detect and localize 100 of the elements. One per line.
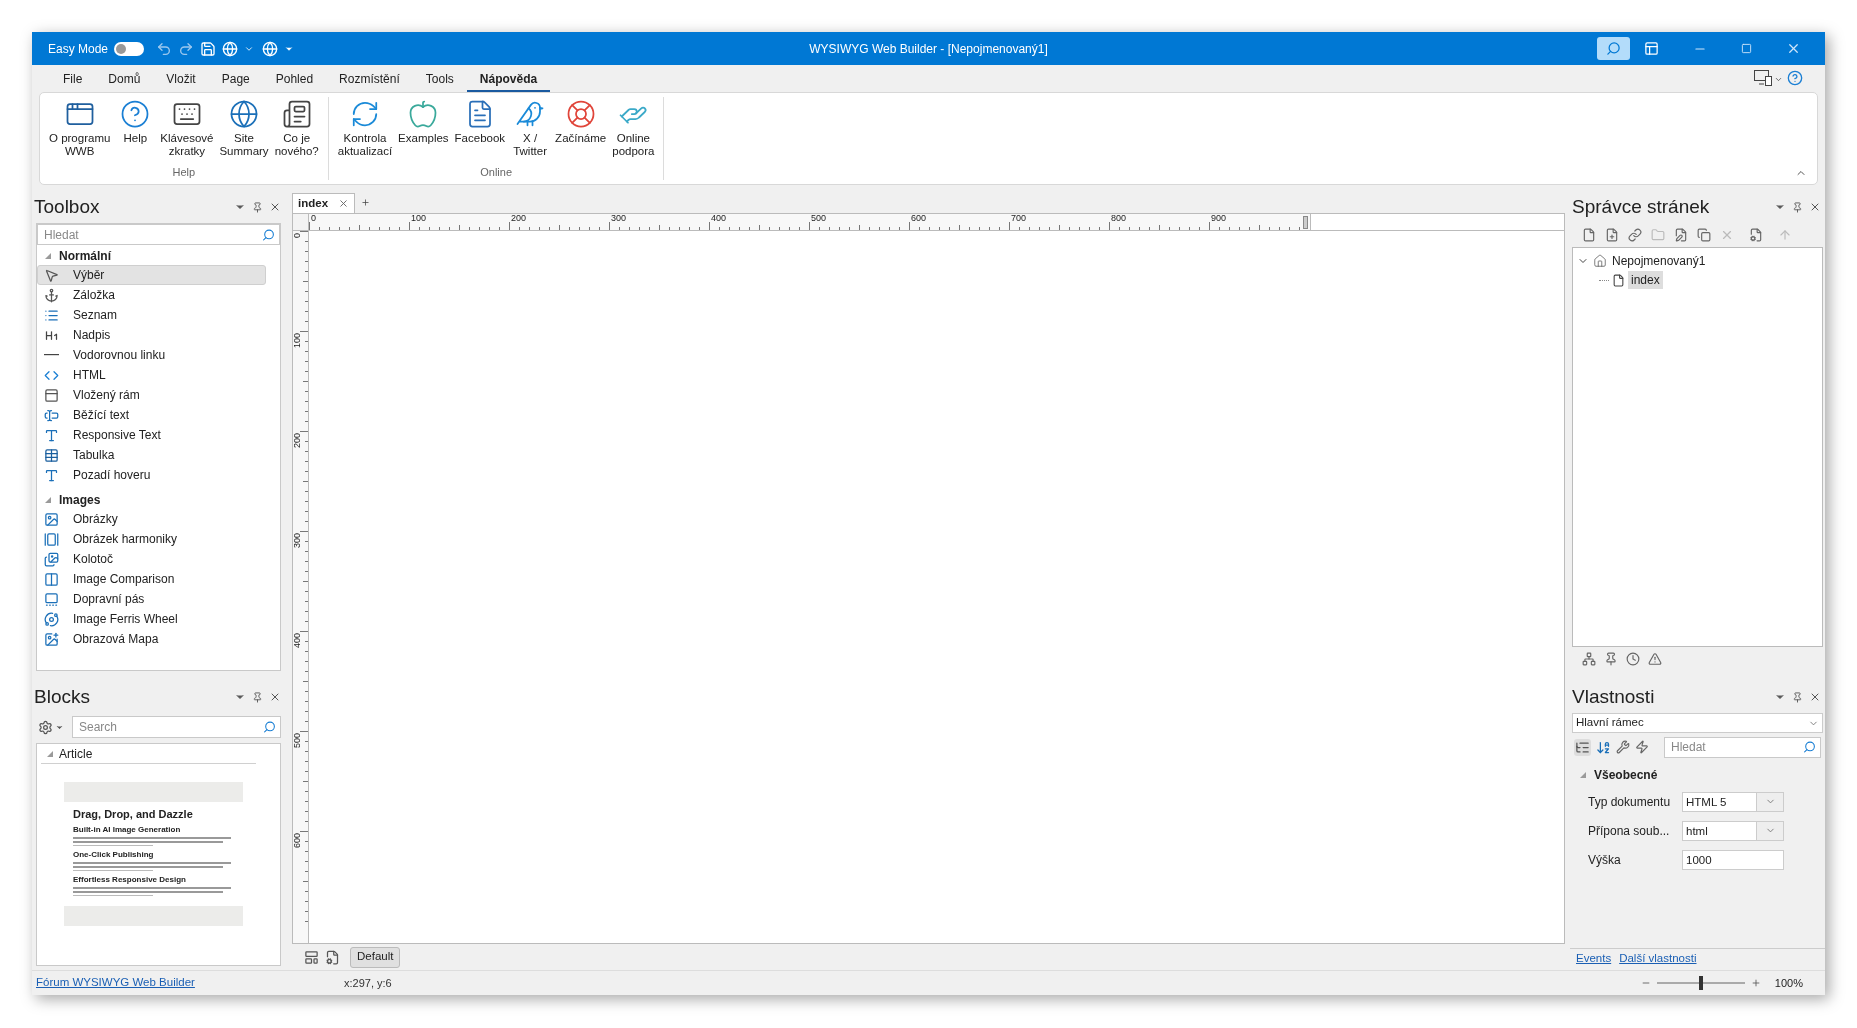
globe-icon[interactable] [222, 40, 239, 57]
toolbox-item[interactable]: Pozadí hoveru [37, 465, 266, 485]
pin-icon[interactable] [1792, 201, 1803, 213]
search-field[interactable]: Search [72, 716, 281, 738]
toolbox-item[interactable]: Image Ferris Wheel [37, 609, 266, 629]
forum-link[interactable]: Fórum WYSIWYG Web Builder [36, 974, 344, 992]
expand-triangle-icon[interactable] [45, 253, 51, 259]
layout-button[interactable]: Default [350, 946, 401, 968]
close-icon[interactable] [1809, 201, 1821, 213]
globe-icon[interactable] [262, 40, 279, 57]
property-field[interactable]: 1000 [1682, 849, 1784, 870]
toolbox-item[interactable]: Image Comparison [37, 569, 266, 589]
menu-tab[interactable]: Page [208, 68, 263, 92]
search-icon[interactable] [263, 720, 276, 734]
section-header[interactable]: Normální [59, 247, 111, 265]
lightning-icon[interactable] [1635, 740, 1649, 754]
toolbox-item[interactable]: Nadpis [37, 325, 266, 345]
menu-tab[interactable]: Pohled [262, 68, 327, 92]
search-icon[interactable] [262, 228, 275, 241]
properties-link[interactable]: Events [1576, 949, 1612, 968]
toolbox-item[interactable]: Obrazová Mapa [37, 629, 266, 649]
pin-icon[interactable] [1604, 652, 1618, 666]
section-header[interactable]: Images [59, 491, 101, 509]
ribbon-button[interactable]: X / Twitter [508, 97, 553, 158]
search-field[interactable]: Hledat [1664, 736, 1821, 758]
document-tab[interactable]: index [292, 193, 356, 213]
clock-icon[interactable] [1626, 652, 1640, 666]
toolbox-item[interactable]: HTML [37, 365, 266, 385]
undo-icon[interactable] [156, 40, 173, 57]
add-layout-icon[interactable] [304, 949, 319, 965]
ribbon-button[interactable]: Začínáme [552, 97, 610, 145]
page-settings-icon[interactable] [1749, 228, 1763, 242]
ribbon-button[interactable]: O programu WWB [46, 97, 114, 158]
close-icon[interactable] [338, 198, 350, 209]
toolbox-item[interactable]: Výběr [37, 265, 266, 285]
search-field[interactable]: Hledat [37, 224, 280, 245]
zoom-in-icon[interactable] [1750, 978, 1761, 988]
maximize-icon[interactable] [1741, 43, 1752, 54]
wrench-icon[interactable] [1616, 740, 1630, 754]
devices-icon[interactable] [1754, 70, 1774, 86]
ribbon-button[interactable]: Online podpora [609, 97, 658, 158]
close-icon[interactable] [1809, 691, 1821, 703]
property-dropdown[interactable]: html [1682, 820, 1757, 841]
toolbox-item[interactable]: Běžící text [37, 405, 266, 425]
redo-icon[interactable] [178, 40, 195, 57]
sort-icon[interactable] [1596, 739, 1611, 755]
toolbox-item[interactable]: Vodorovnou linku [37, 345, 266, 365]
close-icon[interactable] [269, 201, 281, 213]
pin-icon[interactable] [252, 691, 263, 703]
categorized-icon[interactable] [1574, 738, 1591, 756]
property-dropdown[interactable]: HTML 5 [1682, 791, 1757, 812]
menu-tab[interactable]: Tools [412, 68, 467, 92]
zoom-slider[interactable] [1656, 976, 1745, 990]
toolbox-item[interactable]: Vložený rám [37, 385, 266, 405]
help-icon[interactable] [1787, 70, 1803, 86]
layout-settings-icon[interactable] [325, 949, 340, 965]
warning-icon[interactable] [1648, 652, 1662, 666]
pin-icon[interactable] [1792, 691, 1803, 703]
ribbon-button[interactable]: Klávesové zkratky [157, 97, 217, 158]
properties-link[interactable]: Další vlastnosti [1619, 949, 1697, 968]
ribbon-button[interactable]: Co je nového? [271, 97, 322, 158]
category-header[interactable]: Article [59, 744, 93, 763]
expand-triangle-icon[interactable] [47, 750, 53, 757]
ribbon-button[interactable]: Facebook [451, 97, 509, 145]
close-icon[interactable] [269, 691, 281, 703]
ribbon-button[interactable]: Examples [395, 97, 452, 145]
tree-item[interactable]: index [1628, 271, 1663, 289]
sitemap-icon[interactable] [1582, 652, 1596, 666]
close-icon[interactable] [1786, 41, 1801, 56]
ribbon-button[interactable]: Kontrola aktualizací [334, 97, 396, 158]
ribbon-button[interactable]: Help [113, 97, 158, 145]
object-selector[interactable]: Hlavní rámec [1572, 713, 1823, 733]
toolbox-item[interactable]: Obrázky [37, 509, 266, 529]
add-tab-icon[interactable] [361, 198, 371, 207]
pin-icon[interactable] [252, 201, 263, 213]
toolbox-item[interactable]: Responsive Text [37, 425, 266, 445]
caret-icon[interactable] [1774, 75, 1783, 84]
toolbox-item[interactable]: Seznam [37, 305, 266, 325]
add-page-icon[interactable] [1605, 228, 1619, 242]
save-icon[interactable] [200, 40, 217, 57]
menu-tab[interactable]: Rozmístění [326, 68, 413, 92]
window-icon[interactable] [1644, 41, 1659, 56]
tree-item[interactable]: Nepojmenovaný1 [1611, 252, 1707, 270]
menu-tab[interactable]: File [50, 68, 96, 92]
menu-tab[interactable]: Vložit [153, 68, 209, 92]
easy-mode-toggle[interactable] [114, 41, 145, 56]
toolbox-item[interactable]: Kolotoč [37, 549, 266, 569]
section-header[interactable]: Všeobecné [1594, 766, 1658, 784]
toolbox-item[interactable]: Tabulka [37, 445, 266, 465]
settings-icon[interactable] [38, 719, 53, 735]
page-width-handle[interactable] [1303, 216, 1308, 229]
toolbox-item[interactable]: Obrázek harmoniky [37, 529, 266, 549]
block-preview[interactable]: Drag, Drop, and Dazzle Built-in AI Image Generation One-Click Publishing Effortless Responsive Design [64, 782, 243, 926]
ribbon-button[interactable]: Site Summary [216, 97, 272, 158]
new-page-icon[interactable] [1582, 228, 1596, 242]
link-icon[interactable] [1628, 228, 1642, 242]
expand-triangle-icon[interactable] [1580, 772, 1586, 778]
search-icon[interactable] [1803, 740, 1816, 754]
toolbox-item[interactable]: Dopravní pás [37, 589, 266, 609]
edit-page-icon[interactable] [1674, 228, 1688, 242]
